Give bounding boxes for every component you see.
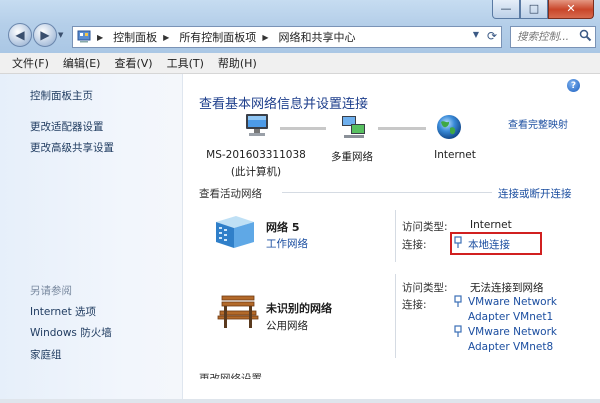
menu-view[interactable]: 查看(V)	[114, 55, 152, 71]
sidebar-home-link[interactable]: 控制面板主页	[30, 88, 93, 103]
forward-arrow-icon: ▶	[40, 28, 50, 42]
multiple-networks-icon	[340, 114, 368, 143]
map-connector-line	[378, 127, 426, 130]
multiple-networks-label: 多重网络	[331, 151, 373, 163]
breadcrumb-separator-icon: ▶	[97, 32, 104, 42]
search-icon[interactable]	[579, 29, 592, 45]
view-full-map-link[interactable]: 查看完整映射	[508, 116, 568, 131]
menu-help[interactable]: 帮助(H)	[218, 55, 257, 71]
network-name: 未识别的网络	[266, 302, 332, 315]
window: — □ ✕ ◀ ▶ ▼ ▶ 控制面板 ▶ 所有控制面板项 ▶ 网络和共享中心 ▼…	[0, 0, 600, 403]
sidebar-sharing-settings-link[interactable]: 更改高级共享设置	[30, 140, 114, 155]
content-area: 控制面板主页 更改适配器设置 更改高级共享设置 另请参阅 Internet 选项…	[0, 74, 600, 403]
map-connector-line	[280, 127, 326, 130]
network-name: 网络 5	[266, 221, 300, 234]
public-network-bench-icon	[216, 294, 260, 333]
column-divider	[395, 210, 396, 262]
computer-icon	[242, 111, 272, 144]
ethernet-adapter-icon	[454, 325, 462, 341]
see-also-homegroup[interactable]: 家庭组	[30, 347, 62, 362]
breadcrumb-network-center[interactable]: 网络和共享中心	[278, 29, 355, 45]
computer-sub-label: (此计算机)	[230, 166, 282, 178]
refresh-icon[interactable]: ⟳	[487, 29, 497, 43]
connect-disconnect-link[interactable]: 连接或断开连接	[498, 186, 572, 201]
vmnet1-link-line1[interactable]: VMware Network	[468, 296, 557, 308]
back-button[interactable]: ◀	[8, 23, 32, 47]
back-arrow-icon: ◀	[15, 28, 25, 42]
caption-buttons: — □ ✕	[492, 0, 594, 19]
breadcrumb-separator-icon: ▶	[262, 32, 269, 42]
access-type-label: 访问类型:	[402, 221, 448, 233]
breadcrumb-separator-icon: ▶	[163, 32, 170, 42]
control-panel-icon	[77, 29, 91, 46]
main-panel: 查看基本网络信息并设置连接 查看完整映射 MS-201603311038 (此计…	[182, 74, 600, 403]
menu-tools[interactable]: 工具(T)	[167, 55, 204, 71]
menu-edit[interactable]: 编辑(E)	[63, 55, 101, 71]
search-input[interactable]	[515, 30, 581, 44]
vmnet8-link-line2[interactable]: Adapter VMnet8	[468, 341, 553, 353]
close-button[interactable]: ✕	[548, 0, 594, 19]
minimize-button[interactable]: —	[492, 0, 520, 19]
address-bar[interactable]: ▶ 控制面板 ▶ 所有控制面板项 ▶ 网络和共享中心 ▼ ⟳	[72, 26, 502, 48]
connections-label: 连接:	[402, 239, 427, 251]
network-type: 公用网络	[266, 320, 308, 332]
see-also-heading: 另请参阅	[30, 285, 72, 297]
page-title: 查看基本网络信息并设置连接	[199, 97, 369, 112]
see-also-internet-options[interactable]: Internet 选项	[30, 304, 96, 319]
minimize-icon: —	[500, 2, 512, 15]
section-divider	[282, 192, 492, 193]
maximize-button[interactable]: □	[520, 0, 548, 19]
ethernet-adapter-icon	[454, 295, 462, 311]
sidebar: 控制面板主页 更改适配器设置 更改高级共享设置 另请参阅 Internet 选项…	[0, 74, 183, 403]
internet-globe-icon	[435, 113, 463, 144]
breadcrumb-all-items[interactable]: 所有控制面板项	[179, 29, 256, 45]
recent-pages-dropdown[interactable]: ▼	[58, 31, 63, 39]
connections-label: 连接:	[402, 299, 427, 311]
active-networks-heading: 查看活动网络	[199, 188, 262, 200]
vmnet1-link-line2[interactable]: Adapter VMnet1	[468, 311, 553, 323]
maximize-icon: □	[528, 2, 540, 15]
address-dropdown-icon[interactable]: ▼	[473, 30, 479, 39]
access-type-value: Internet	[470, 219, 512, 231]
horizontal-scrollbar[interactable]	[0, 399, 600, 403]
close-icon: ✕	[566, 2, 576, 15]
menu-bar: 文件(F) 编辑(E) 查看(V) 工具(T) 帮助(H)	[0, 53, 600, 74]
computer-name-label: MS-201603311038	[206, 149, 306, 161]
search-box[interactable]	[510, 26, 596, 48]
change-network-settings-heading: 更改网络设置	[199, 373, 262, 379]
breadcrumb-control-panel[interactable]: 控制面板	[113, 29, 157, 45]
forward-button[interactable]: ▶	[33, 23, 57, 47]
see-also-firewall[interactable]: Windows 防火墙	[30, 325, 112, 340]
sidebar-adapter-settings-link[interactable]: 更改适配器设置	[30, 119, 104, 134]
column-divider	[395, 274, 396, 358]
menu-file[interactable]: 文件(F)	[12, 55, 49, 71]
domain-network-icon	[212, 212, 258, 253]
access-type-value: 无法连接到网络	[470, 282, 544, 294]
highlight-box	[450, 232, 542, 255]
access-type-label: 访问类型:	[402, 282, 448, 294]
network-type-link[interactable]: 工作网络	[266, 236, 308, 251]
internet-label: Internet	[434, 149, 476, 161]
vmnet8-link-line1[interactable]: VMware Network	[468, 326, 557, 338]
